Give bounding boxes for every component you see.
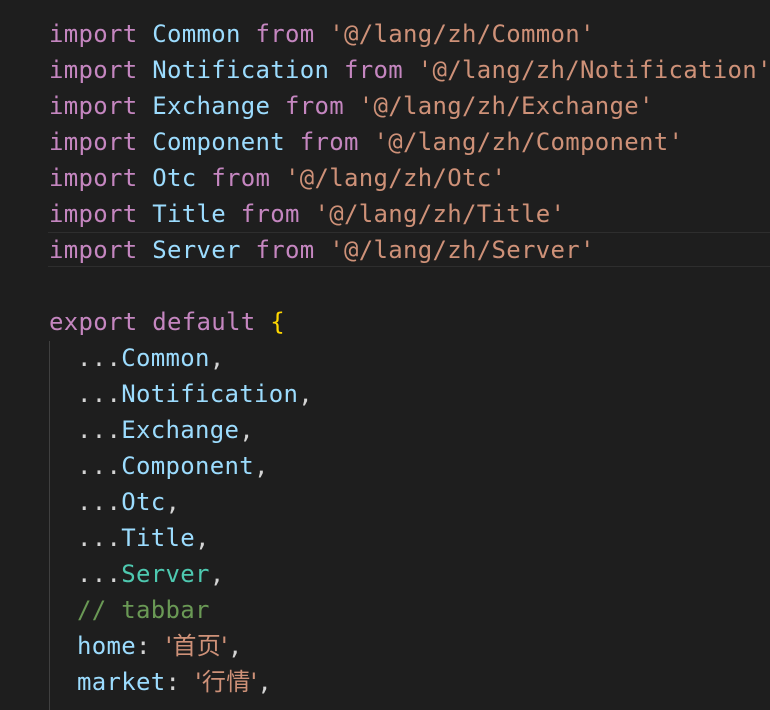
keyword-from: from: [211, 164, 271, 192]
keyword-import: import: [49, 200, 138, 228]
spread-operator: ...: [77, 416, 122, 444]
code-line-spread[interactable]: ...Notification,: [0, 376, 770, 412]
import-name: Common: [152, 20, 241, 48]
comma: ,: [165, 488, 181, 516]
comma: ,: [209, 560, 225, 588]
code-line-export-default[interactable]: export default {: [0, 304, 770, 340]
comma: ,: [209, 344, 225, 372]
comma: ,: [195, 524, 210, 552]
code-line-spread[interactable]: ...Exchange,: [0, 412, 770, 448]
keyword-import: import: [49, 128, 138, 156]
spread-name: Exchange: [121, 416, 240, 444]
import-name: Notification: [152, 56, 330, 84]
import-path: '@/lang/zh/Title': [314, 200, 566, 228]
keyword-default: default: [152, 308, 256, 336]
import-path: '@/lang/zh/Common': [329, 20, 595, 48]
spread-name: Common: [121, 344, 210, 372]
code-line-import-notification[interactable]: import Notification from '@/lang/zh/Noti…: [0, 52, 770, 88]
comma: ,: [239, 416, 254, 444]
comma: ,: [257, 668, 273, 696]
keyword-import: import: [49, 92, 138, 120]
colon: :: [136, 632, 151, 660]
keyword-from: from: [255, 236, 315, 264]
import-path: '@/lang/zh/Otc': [285, 164, 507, 192]
spread-operator: ...: [77, 488, 122, 516]
import-path: '@/lang/zh/Exchange': [358, 92, 654, 120]
keyword-import: import: [49, 56, 138, 84]
code-line-property-home[interactable]: home: '首页',: [0, 628, 770, 664]
spread-operator: ...: [77, 524, 122, 552]
comma: ,: [298, 380, 313, 408]
import-name: Exchange: [152, 92, 271, 120]
code-line-spread[interactable]: ...Title,: [0, 520, 770, 556]
import-name: Component: [152, 128, 285, 156]
code-line-import-title[interactable]: import Title from '@/lang/zh/Title': [0, 196, 770, 232]
keyword-export: export: [49, 308, 138, 336]
code-line-spread[interactable]: ...Server,: [0, 556, 770, 592]
code-line-spread[interactable]: ...Otc,: [0, 484, 770, 520]
import-path: '@/lang/zh/Server': [329, 236, 595, 264]
keyword-from: from: [255, 20, 315, 48]
keyword-import: import: [49, 164, 138, 192]
code-line-import-exchange[interactable]: import Exchange from '@/lang/zh/Exchange…: [0, 88, 770, 124]
code-line-import-otc[interactable]: import Otc from '@/lang/zh/Otc': [0, 160, 770, 196]
keyword-from: from: [285, 92, 344, 120]
keyword-from: from: [299, 128, 359, 156]
spread-name: Notification: [121, 380, 299, 408]
keyword-import: import: [49, 236, 138, 264]
spread-name: Server: [121, 560, 210, 588]
spread-name: Otc: [121, 488, 166, 516]
property-key: market: [77, 668, 166, 696]
keyword-import: import: [49, 20, 138, 48]
comment-tabbar: // tabbar: [77, 596, 210, 624]
spread-name: Component: [121, 452, 254, 480]
code-line-comment[interactable]: // tabbar: [0, 592, 770, 628]
import-name: Otc: [152, 164, 197, 192]
colon: :: [165, 668, 181, 696]
import-path: '@/lang/zh/Component': [373, 128, 684, 156]
spread-operator: ...: [77, 380, 122, 408]
open-brace: {: [270, 308, 285, 336]
property-key: home: [77, 632, 136, 660]
code-line-import-common[interactable]: import Common from '@/lang/zh/Common': [0, 16, 770, 52]
import-name: Server: [152, 236, 241, 264]
comma: ,: [254, 452, 269, 480]
spread-operator: ...: [77, 452, 122, 480]
code-editor[interactable]: import Common from '@/lang/zh/Common' im…: [0, 0, 770, 710]
code-line-import-component[interactable]: import Component from '@/lang/zh/Compone…: [0, 124, 770, 160]
import-path: '@/lang/zh/Notification': [417, 56, 770, 84]
code-line-import-server[interactable]: import Server from '@/lang/zh/Server': [0, 232, 770, 268]
spread-operator: ...: [77, 560, 122, 588]
spread-name: Title: [121, 524, 195, 552]
comma: ,: [227, 632, 243, 660]
code-line-property-market[interactable]: market: '行情',: [0, 664, 770, 700]
import-name: Title: [152, 200, 226, 228]
code-line-spread[interactable]: ...Common,: [0, 340, 770, 376]
property-value: '行情': [195, 668, 258, 696]
spread-operator: ...: [77, 344, 122, 372]
keyword-from: from: [344, 56, 403, 84]
property-value: '首页': [165, 632, 228, 660]
keyword-from: from: [240, 200, 300, 228]
code-line-spread[interactable]: ...Component,: [0, 448, 770, 484]
